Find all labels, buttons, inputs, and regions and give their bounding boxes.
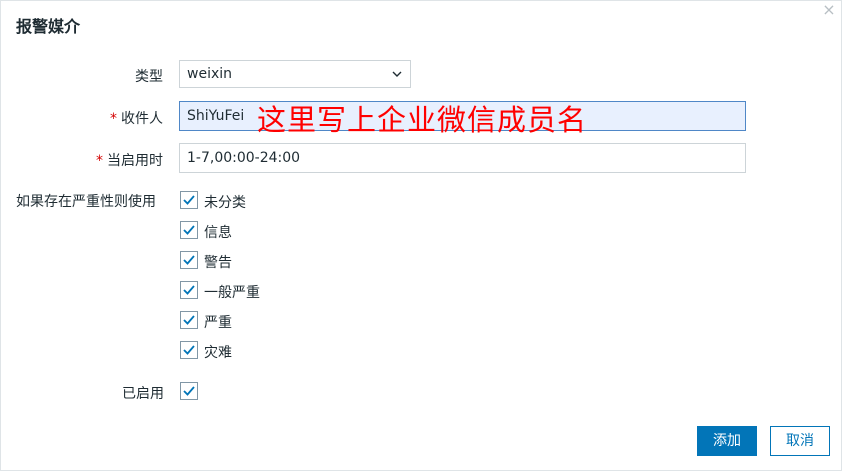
active-time-input-value: 1-7,00:00-24:00 bbox=[187, 150, 301, 166]
type-select-value: weixin bbox=[187, 66, 233, 82]
type-select[interactable]: weixin bbox=[179, 60, 411, 88]
checkbox-severity-warning[interactable] bbox=[180, 251, 198, 269]
severity-label-5: 灾难 bbox=[204, 345, 232, 361]
checkbox-severity-average[interactable] bbox=[180, 281, 198, 299]
severity-label-0: 未分类 bbox=[204, 195, 246, 211]
checkbox-enabled[interactable] bbox=[180, 382, 198, 400]
recipient-label: * 收件人 bbox=[110, 111, 163, 127]
required-marker: * bbox=[96, 153, 103, 169]
checkbox-severity-disaster[interactable] bbox=[180, 341, 198, 359]
checkmark-icon bbox=[183, 345, 195, 355]
checkbox-severity-not-classified[interactable] bbox=[180, 191, 198, 209]
checkbox-severity-information[interactable] bbox=[180, 221, 198, 239]
active-time-label: * 当启用时 bbox=[96, 153, 163, 169]
checkmark-icon bbox=[183, 195, 195, 205]
severity-label-4: 严重 bbox=[204, 315, 232, 331]
cancel-button[interactable]: 取消 bbox=[770, 426, 830, 456]
severity-label-2: 警告 bbox=[204, 255, 232, 271]
severity-label-3: 一般严重 bbox=[204, 285, 260, 301]
severity-label: 如果存在严重性则使用 bbox=[16, 194, 156, 210]
checkmark-icon bbox=[183, 315, 195, 325]
dialog-title: 报警媒介 bbox=[16, 17, 81, 36]
recipient-input-value: ShiYuFei bbox=[187, 108, 245, 124]
recipient-annotation: 这里写上企业微信成员名 bbox=[257, 103, 588, 137]
enabled-label: 已启用 bbox=[122, 386, 164, 402]
checkmark-icon bbox=[183, 285, 195, 295]
required-marker: * bbox=[110, 111, 117, 127]
add-button[interactable]: 添加 bbox=[697, 426, 757, 456]
checkbox-severity-high[interactable] bbox=[180, 311, 198, 329]
media-dialog: 报警媒介 × 类型 weixin * 收件人 ShiYuFei 这里写上企业微信成… bbox=[0, 0, 842, 471]
severity-label-1: 信息 bbox=[204, 225, 232, 241]
close-icon[interactable]: × bbox=[820, 1, 838, 19]
type-label: 类型 bbox=[135, 69, 163, 85]
checkmark-icon bbox=[183, 386, 195, 396]
chevron-down-icon bbox=[392, 71, 402, 77]
active-time-input[interactable]: 1-7,00:00-24:00 bbox=[179, 143, 746, 173]
checkmark-icon bbox=[183, 255, 195, 265]
checkmark-icon bbox=[183, 225, 195, 235]
